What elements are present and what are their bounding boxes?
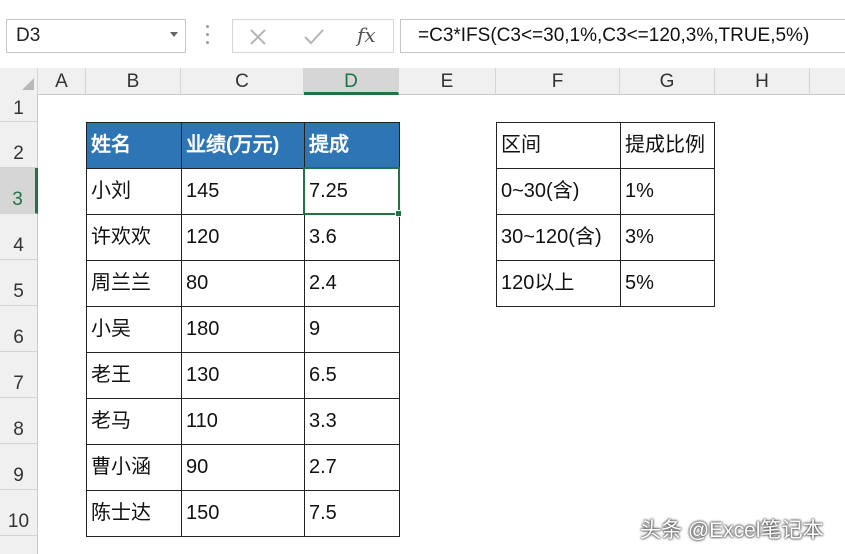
table-cell[interactable]: 曹小涵 [86,444,182,491]
table-cell[interactable]: 3.6 [304,214,400,261]
name-box[interactable]: D3 [6,19,186,53]
rate-cell[interactable]: 5% [620,260,715,307]
fx-icon[interactable]: fx [357,23,376,47]
chevron-down-icon[interactable] [170,32,178,37]
table-cell[interactable]: 小吴 [86,306,182,353]
check-icon[interactable] [303,28,325,46]
row-header-11[interactable] [0,536,38,554]
table-header-name[interactable]: 姓名 [86,122,182,169]
table-header-commission[interactable]: 提成 [304,122,400,169]
table-cell[interactable]: 周兰兰 [86,260,182,307]
table-header-sales[interactable]: 业绩(万元) [181,122,305,169]
column-header-a[interactable]: A [38,68,86,95]
table-cell[interactable]: 2.4 [304,260,400,307]
row-header-10[interactable]: 10 [0,490,38,536]
table-cell[interactable]: 130 [181,352,305,399]
row-header-4[interactable]: 4 [0,214,38,260]
name-box-value: D3 [16,25,41,46]
column-header-g[interactable]: G [620,68,715,95]
formula-text: =C3*IFS(C3<=30,1%,C3<=120,3%,TRUE,5%) [418,25,810,46]
rate-cell[interactable]: 30~120(含) [496,214,621,261]
rate-cell[interactable]: 0~30(含) [496,168,621,215]
close-icon[interactable] [249,28,267,46]
row-header-2[interactable]: 2 [0,122,38,168]
table-cell[interactable]: 3.3 [304,398,400,445]
column-headers: A B C D E F G H [0,68,845,95]
rate-header-range[interactable]: 区间 [496,122,621,169]
table-cell[interactable]: 120 [181,214,305,261]
active-cell-outline [303,167,400,215]
formula-input[interactable]: =C3*IFS(C3<=30,1%,C3<=120,3%,TRUE,5%) [400,19,845,53]
table-cell[interactable]: 90 [181,444,305,491]
rate-cell[interactable]: 1% [620,168,715,215]
table-cell[interactable]: 180 [181,306,305,353]
column-header-f[interactable]: F [496,68,620,95]
rate-header-ratio[interactable]: 提成比例 [620,122,715,169]
drag-handle-icon[interactable] [204,22,212,50]
row-header-6[interactable]: 6 [0,306,38,352]
column-header-next[interactable] [810,68,845,95]
table-cell[interactable]: 老王 [86,352,182,399]
table-cell[interactable]: 9 [304,306,400,353]
row-header-8[interactable]: 8 [0,398,38,444]
table-cell[interactable]: 陈士达 [86,490,182,537]
rate-cell[interactable]: 120以上 [496,260,621,307]
table-cell[interactable]: 145 [181,168,305,215]
fill-handle[interactable] [395,210,402,217]
table-cell[interactable]: 老马 [86,398,182,445]
watermark: 头条 @Excel笔记本 [640,519,824,542]
formula-buttons: fx [232,19,394,53]
row-header-1[interactable]: 1 [0,95,38,122]
column-header-h[interactable]: H [715,68,810,95]
table-cell[interactable]: 80 [181,260,305,307]
row-header-9[interactable]: 9 [0,444,38,490]
table-cell[interactable]: 7.5 [304,490,400,537]
row-header-3[interactable]: 3 [0,168,38,214]
column-header-e[interactable]: E [399,68,496,95]
table-cell[interactable]: 6.5 [304,352,400,399]
table-cell[interactable]: 150 [181,490,305,537]
column-header-b[interactable]: B [86,68,181,95]
column-header-c[interactable]: C [181,68,304,95]
corner-triangle-icon [22,78,34,90]
table-cell[interactable]: 110 [181,398,305,445]
row-header-5[interactable]: 5 [0,260,38,306]
table-cell[interactable]: 2.7 [304,444,400,491]
table-cell[interactable]: 许欢欢 [86,214,182,261]
table-cell[interactable]: 小刘 [86,168,182,215]
column-header-d[interactable]: D [304,68,399,95]
rate-cell[interactable]: 3% [620,214,715,261]
row-header-7[interactable]: 7 [0,352,38,398]
